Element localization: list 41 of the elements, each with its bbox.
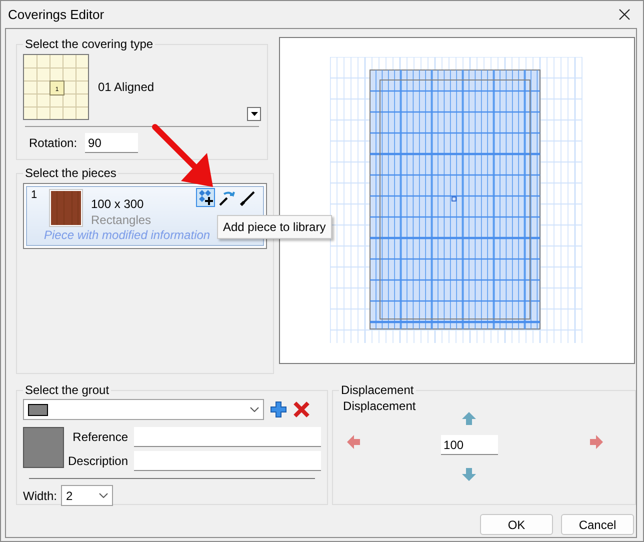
plus-icon[interactable] — [270, 401, 287, 418]
add-to-library-button[interactable] — [196, 188, 215, 207]
dropdown-button[interactable] — [247, 107, 261, 121]
piece-note: Piece with modified information — [43, 228, 212, 243]
brush-undo-icon — [218, 190, 234, 206]
brush-icon — [240, 190, 256, 206]
piece-index: 1 — [31, 189, 38, 203]
ok-button[interactable]: OK — [480, 514, 553, 535]
piece-texture — [49, 189, 83, 227]
grout-swatch — [23, 427, 64, 468]
description-label: Description — [68, 454, 128, 468]
close-icon — [618, 9, 630, 20]
caret-icon — [250, 112, 258, 116]
group-legend: Select the pieces — [23, 166, 118, 180]
tooltip: Add piece to library — [217, 215, 332, 239]
piece-size: 100 x 300 — [91, 197, 144, 211]
cancel-button[interactable]: Cancel — [561, 514, 634, 535]
group-legend: Select the covering type — [23, 37, 156, 51]
window-title: Coverings Editor — [8, 7, 104, 22]
left-arrow-icon[interactable] — [347, 435, 362, 449]
covering-type-name: 01 Aligned — [98, 80, 154, 94]
right-arrow-icon[interactable] — [589, 435, 604, 449]
annotation-arrow — [152, 124, 213, 187]
reference-field[interactable] — [134, 427, 322, 447]
displacement-label: Displacement — [343, 399, 416, 415]
displacement-field[interactable]: 100 — [440, 435, 498, 455]
group-legend: Displacement — [339, 383, 416, 397]
group-legend: Select the grout — [23, 383, 112, 397]
width-label: Width: — [23, 488, 58, 502]
reference-label: Reference — [72, 430, 128, 444]
grout-color-swatch — [28, 404, 48, 416]
rotation-field[interactable]: 90 — [85, 133, 138, 153]
description-field[interactable] — [134, 451, 322, 471]
delete-icon[interactable] — [293, 401, 310, 418]
width-dropdown[interactable]: 2 — [61, 485, 114, 506]
piece-type-label: Rectangles — [91, 213, 152, 227]
rotation-label: Rotation: — [29, 136, 78, 150]
chevron-down-icon — [99, 493, 108, 498]
grout-dropdown[interactable] — [23, 399, 264, 420]
chevron-down-icon — [250, 407, 259, 412]
diamonds-plus-icon — [198, 190, 214, 206]
